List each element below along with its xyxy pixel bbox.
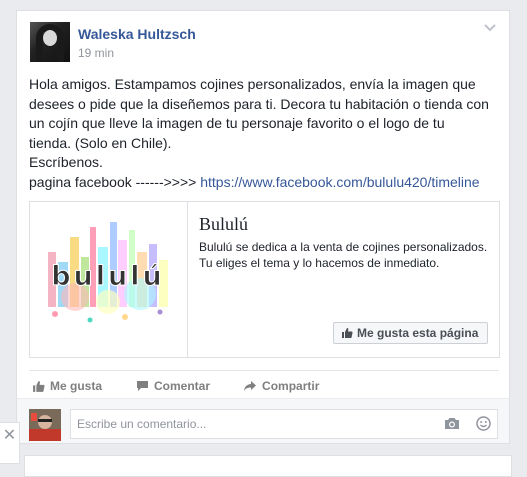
post-link-line: pagina facebook ------>>>> https://www.f… bbox=[29, 173, 501, 193]
post-text-line: un cojín que lleve la imagen de tu perso… bbox=[29, 115, 445, 132]
chevron-down-icon[interactable] bbox=[484, 21, 496, 33]
facebook-link[interactable]: https://www.facebook.com/bululu420/timel… bbox=[200, 174, 479, 190]
user-photo bbox=[29, 409, 61, 441]
post-text-line: desees o pide que la diseñemos para ti. … bbox=[29, 95, 489, 112]
post-timestamp[interactable]: 19 min bbox=[78, 46, 114, 60]
post-actions-bar: Me gusta Comentar Compartir bbox=[29, 370, 499, 401]
post-text-line: tienda. (Solo en Chile). bbox=[29, 134, 172, 151]
share-label: Compartir bbox=[262, 379, 320, 393]
link-prefix: pagina facebook ------>>>> bbox=[29, 173, 201, 190]
comment-bubble-icon bbox=[137, 381, 149, 391]
share-arrow-icon bbox=[244, 381, 257, 391]
share-button[interactable]: Compartir bbox=[243, 379, 319, 393]
next-post-card bbox=[24, 455, 512, 477]
attachment-title[interactable]: Bululú bbox=[199, 214, 248, 235]
comment-composer: Escribe un comentario... bbox=[16, 398, 510, 444]
post-text-line: Hola amigos. Estampamos cojines personal… bbox=[29, 76, 476, 92]
like-label: Me gusta bbox=[50, 379, 103, 393]
comment-placeholder: Escribe un comentario... bbox=[77, 417, 207, 431]
comment-tools bbox=[444, 416, 491, 431]
emoji-icon[interactable] bbox=[476, 416, 491, 431]
like-button[interactable]: Me gusta bbox=[32, 379, 102, 393]
comment-input[interactable]: Escribe un comentario... bbox=[70, 409, 498, 439]
like-page-label: Me gusta esta página bbox=[357, 326, 479, 340]
author-name[interactable]: Waleska Hultzsch bbox=[78, 26, 196, 42]
logo-text: bululú bbox=[51, 261, 165, 292]
attachment-image[interactable]: bululú bbox=[30, 202, 188, 357]
bululu-logo-image: bululú bbox=[48, 222, 168, 323]
camera-icon[interactable] bbox=[444, 416, 460, 430]
comment-label: Comentar bbox=[154, 379, 211, 393]
post-card: Waleska Hultzsch 19 min Hola amigos. Est… bbox=[16, 10, 510, 409]
current-user-avatar[interactable] bbox=[29, 409, 61, 441]
like-page-button[interactable]: Me gusta esta página bbox=[333, 322, 489, 344]
post-body: Hola amigos. Estampamos cojines personal… bbox=[29, 75, 501, 193]
post-text-line: Escríbenos. bbox=[29, 154, 103, 171]
link-attachment[interactable]: bululú Bululú Bululú se dedica a la vent… bbox=[29, 201, 500, 358]
close-icon[interactable]: ✕ bbox=[0, 422, 20, 464]
thumbs-up-icon bbox=[33, 380, 45, 392]
avatar-face bbox=[43, 30, 57, 46]
attachment-description: Bululú se dedica a la venta de cojines p… bbox=[199, 240, 488, 270]
author-avatar[interactable] bbox=[30, 22, 70, 62]
comment-button[interactable]: Comentar bbox=[136, 379, 210, 393]
thumbs-up-icon bbox=[342, 328, 353, 338]
